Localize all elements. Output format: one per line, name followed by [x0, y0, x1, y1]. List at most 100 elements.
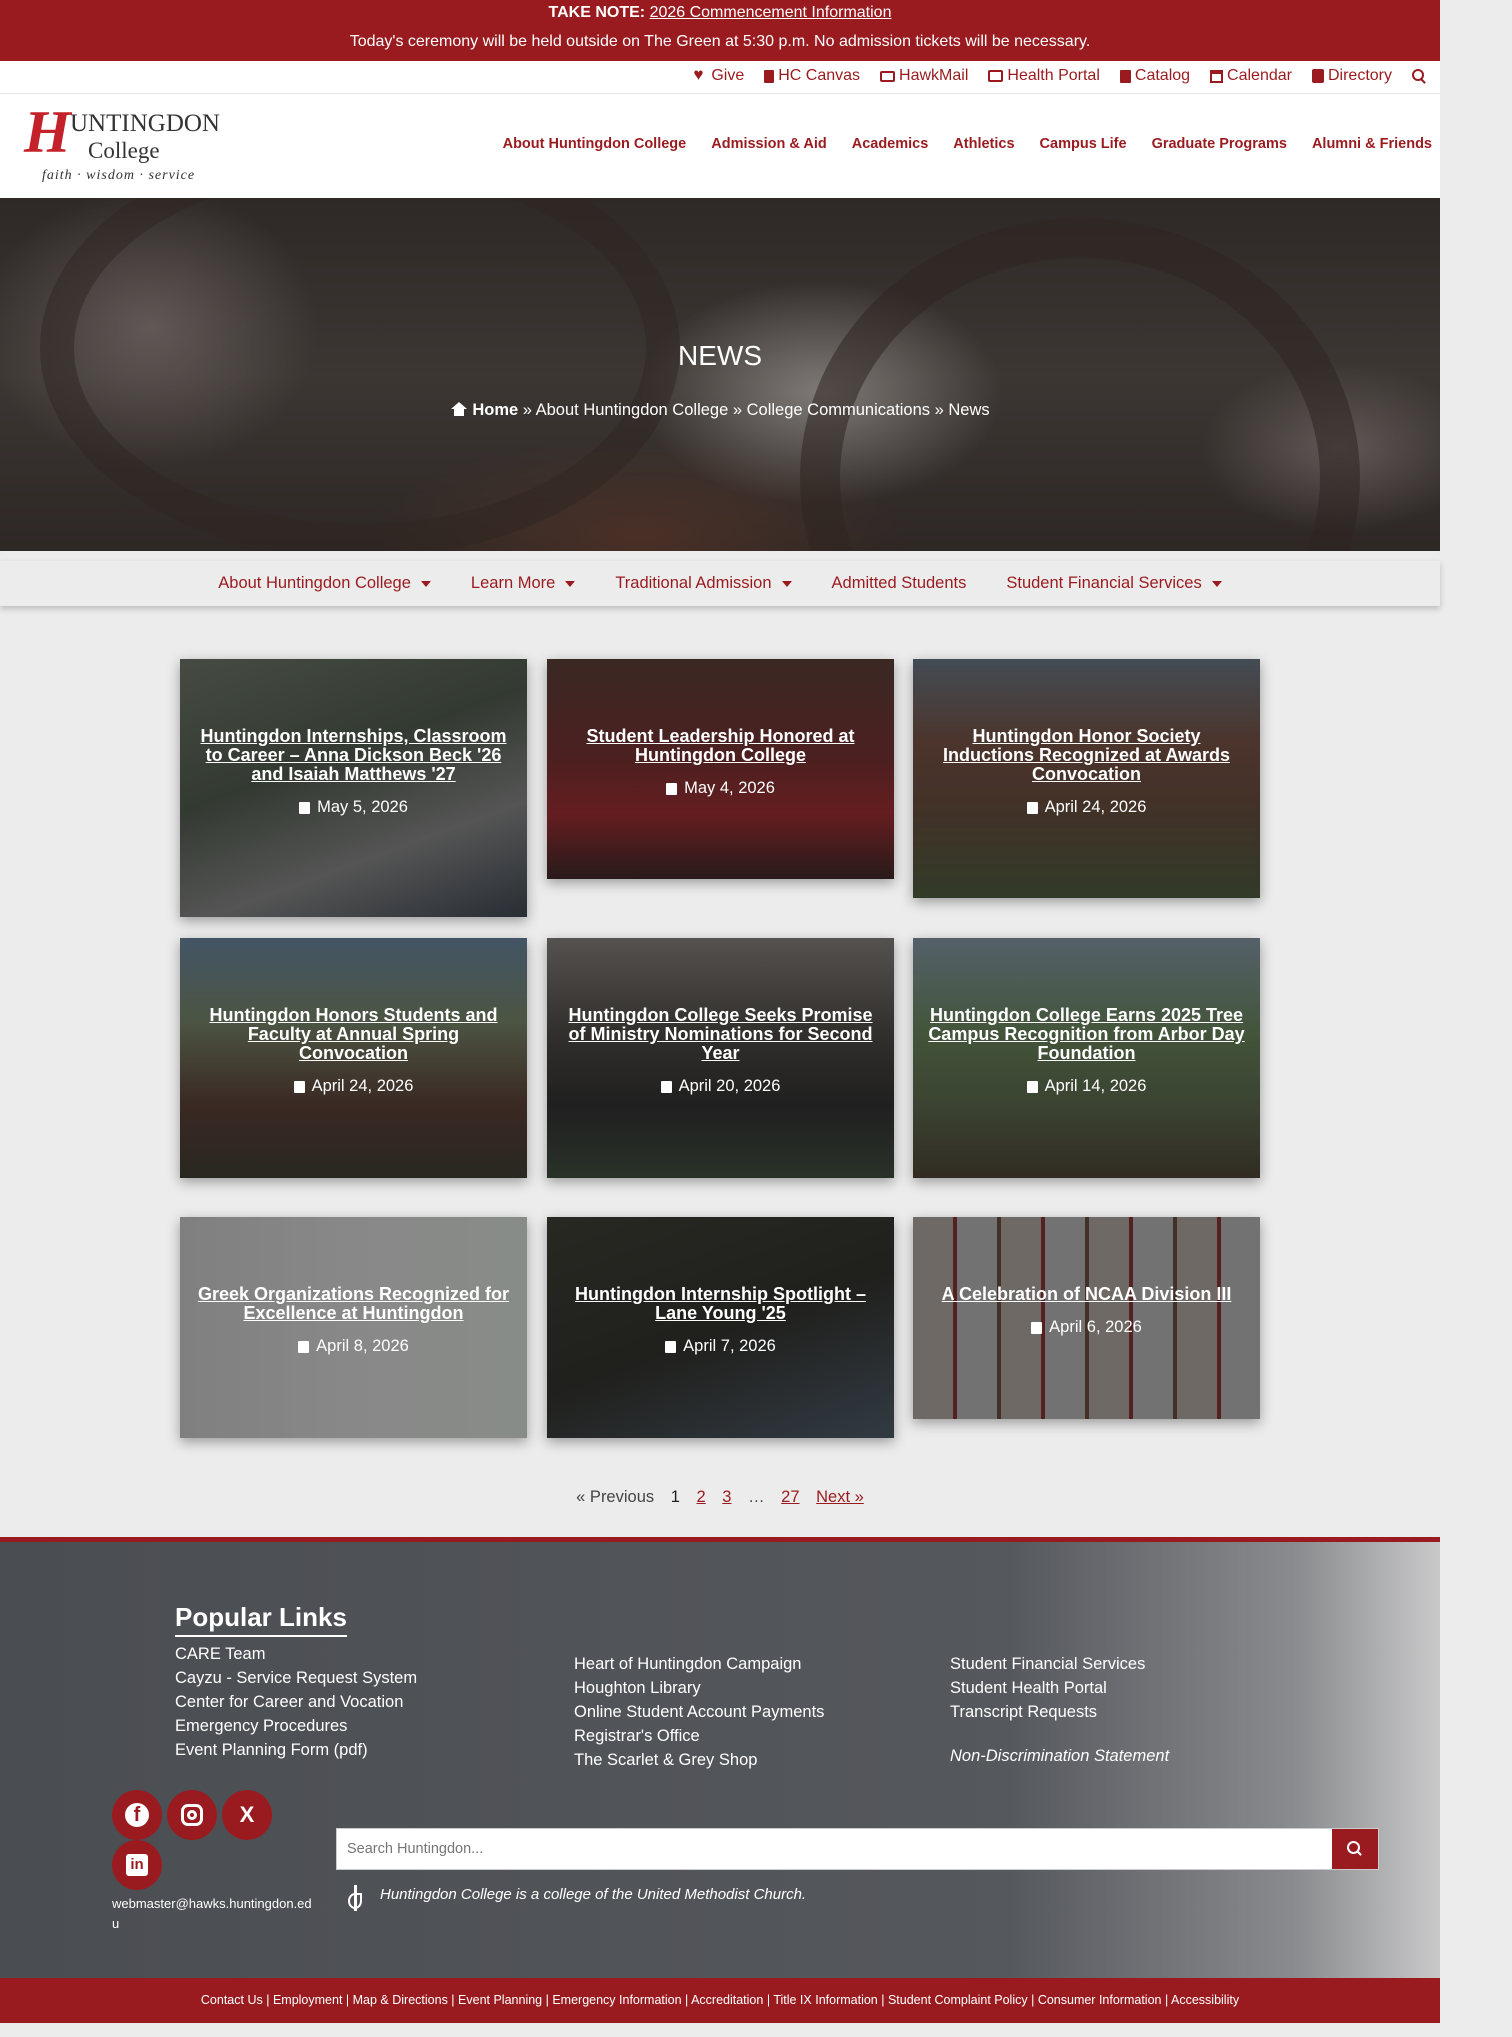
main-nav: About Huntingdon College Admission & Aid… — [503, 136, 1432, 152]
news-card[interactable]: A Celebration of NCAA Division III April … — [913, 1217, 1260, 1419]
calendar-icon — [1210, 69, 1224, 83]
news-title[interactable]: A Celebration of NCAA Division III — [927, 1285, 1246, 1304]
health-portal-link[interactable]: Health Portal — [988, 67, 1100, 85]
bottom-link-consumer[interactable]: Consumer Information — [1038, 1993, 1162, 2007]
news-title[interactable]: Student Leadership Honored at Huntingdon… — [561, 727, 880, 765]
nav-alumni[interactable]: Alumni & Friends — [1312, 136, 1432, 152]
news-title[interactable]: Huntingdon Internships, Classroom to Car… — [194, 727, 513, 784]
news-title[interactable]: Huntingdon College Earns 2025 Tree Campu… — [927, 1006, 1246, 1063]
canvas-link[interactable]: HC Canvas — [764, 67, 860, 85]
subnav-about[interactable]: About Huntingdon College — [218, 574, 431, 593]
footer-link[interactable]: Transcript Requests — [950, 1700, 1169, 1724]
non-discrimination-link[interactable]: Non-Discrimination Statement — [950, 1744, 1169, 1768]
breadcrumb-home[interactable]: Home — [472, 401, 518, 419]
footer-link[interactable]: Cayzu - Service Request System — [175, 1666, 417, 1690]
catalog-link[interactable]: Catalog — [1119, 67, 1190, 85]
news-card[interactable]: Huntingdon College Earns 2025 Tree Campu… — [913, 938, 1260, 1178]
subnav-traditional-admission-label: Traditional Admission — [615, 574, 772, 592]
footer-link[interactable]: Student Health Portal — [950, 1676, 1169, 1700]
footer-link[interactable]: Houghton Library — [574, 1676, 824, 1700]
give-link[interactable]: Give — [693, 66, 745, 85]
pagination-page-last[interactable]: 27 — [781, 1488, 799, 1506]
directory-link[interactable]: Directory — [1311, 67, 1392, 85]
news-card[interactable]: Student Leadership Honored at Huntingdon… — [547, 659, 894, 879]
news-title[interactable]: Huntingdon Internship Spotlight – Lane Y… — [561, 1285, 880, 1323]
calendar-link[interactable]: Calendar — [1210, 67, 1292, 85]
nav-academics[interactable]: Academics — [852, 136, 929, 152]
directory-label: Directory — [1327, 67, 1392, 84]
news-title[interactable]: Huntingdon Honor Society Inductions Reco… — [927, 727, 1246, 784]
nav-campus-life[interactable]: Campus Life — [1040, 136, 1127, 152]
footer-link[interactable]: Student Financial Services — [950, 1652, 1169, 1676]
nav-admission[interactable]: Admission & Aid — [711, 136, 826, 152]
pagination-page-2[interactable]: 2 — [697, 1488, 706, 1506]
calendar-icon — [1026, 1080, 1038, 1093]
linkedin-icon[interactable]: in — [112, 1840, 162, 1890]
calendar-icon — [1031, 1321, 1043, 1334]
footer-link[interactable]: Online Student Account Payments — [574, 1700, 824, 1724]
pagination-next[interactable]: Next » — [816, 1488, 864, 1506]
commencement-link[interactable]: 2026 Commencement Information — [650, 4, 892, 21]
breadcrumb: Home » About Huntingdon College » Colleg… — [0, 401, 1440, 420]
bottom-link-complaint[interactable]: Student Complaint Policy — [888, 1993, 1028, 2007]
subnav-learn-more[interactable]: Learn More — [471, 574, 576, 593]
nav-about[interactable]: About Huntingdon College — [503, 136, 687, 152]
bottom-link-title-ix[interactable]: Title IX Information — [773, 1993, 877, 2007]
home-icon — [450, 402, 468, 416]
footer-links-col3: Student Financial Services Student Healt… — [950, 1652, 1169, 1768]
bottom-link-emergency[interactable]: Emergency Information — [552, 1993, 681, 2007]
search-input[interactable] — [337, 1829, 1327, 1869]
bottom-link-accessibility[interactable]: Accessibility — [1171, 1993, 1239, 2007]
bottom-link-contact[interactable]: Contact Us — [201, 1993, 263, 2007]
bottom-link-event-planning[interactable]: Event Planning — [458, 1993, 542, 2007]
calendar-icon — [299, 801, 311, 814]
search-submit-button[interactable] — [1332, 1829, 1378, 1869]
pagination-page-3[interactable]: 3 — [722, 1488, 731, 1506]
bottom-link-employment[interactable]: Employment — [273, 1993, 342, 2007]
footer-link[interactable]: Registrar's Office — [574, 1724, 824, 1748]
webmaster-email[interactable]: webmaster@hawks.huntingdon.edu — [112, 1894, 317, 1934]
announcement-line: TAKE NOTE: 2026 Commencement Information — [0, 4, 1440, 22]
breadcrumb-trail[interactable]: » About Huntingdon College » College Com… — [518, 401, 990, 419]
subnav-traditional-admission[interactable]: Traditional Admission — [615, 574, 792, 593]
bottom-link-accreditation[interactable]: Accreditation — [691, 1993, 763, 2007]
site-search-button[interactable] — [1412, 69, 1426, 83]
subnav-about-label: About Huntingdon College — [218, 574, 411, 592]
bottom-link-map[interactable]: Map & Directions — [353, 1993, 448, 2007]
subnav-admitted-students[interactable]: Admitted Students — [832, 574, 967, 593]
hero-shade — [0, 198, 1440, 551]
subnav-financial-services[interactable]: Student Financial Services — [1006, 574, 1222, 593]
logo-line2: College — [88, 138, 160, 163]
calendar-icon — [665, 1340, 677, 1353]
footer-link[interactable]: CARE Team — [175, 1642, 417, 1666]
announcement-message: Today's ceremony will be held outside on… — [349, 33, 1091, 50]
footer-link[interactable]: Center for Career and Vocation — [175, 1690, 417, 1714]
footer-link[interactable]: Heart of Huntingdon Campaign — [574, 1652, 824, 1676]
nav-athletics[interactable]: Athletics — [953, 136, 1014, 152]
hawkmail-link[interactable]: HawkMail — [880, 67, 968, 85]
news-title[interactable]: Huntingdon Honors Students and Faculty a… — [194, 1006, 513, 1063]
college-logo[interactable]: H UNTINGDON College faith · wisdom · ser… — [20, 102, 230, 186]
footer-link[interactable]: Emergency Procedures — [175, 1714, 417, 1738]
news-title[interactable]: Greek Organizations Recognized for Excel… — [194, 1285, 513, 1323]
news-card[interactable]: Greek Organizations Recognized for Excel… — [180, 1217, 527, 1438]
facebook-glyph: f — [133, 1804, 141, 1826]
news-card[interactable]: Huntingdon Internship Spotlight – Lane Y… — [547, 1217, 894, 1438]
caret-down-icon — [781, 580, 792, 587]
logo-initial: H — [24, 99, 71, 165]
news-card[interactable]: Huntingdon Internships, Classroom to Car… — [180, 659, 527, 917]
site-header: H UNTINGDON College faith · wisdom · ser… — [0, 94, 1440, 198]
facebook-icon[interactable]: f — [112, 1790, 162, 1840]
nav-graduate[interactable]: Graduate Programs — [1152, 136, 1287, 152]
news-card[interactable]: Huntingdon College Seeks Promise of Mini… — [547, 938, 894, 1178]
news-card[interactable]: Huntingdon Honors Students and Faculty a… — [180, 938, 527, 1178]
instagram-icon[interactable] — [167, 1790, 217, 1840]
x-twitter-icon[interactable]: X — [222, 1790, 272, 1840]
footer-link[interactable]: The Scarlet & Grey Shop — [574, 1748, 824, 1772]
footer-link[interactable]: Event Planning Form (pdf) — [175, 1738, 417, 1762]
news-date: April 24, 2026 — [1044, 798, 1147, 816]
news-title[interactable]: Huntingdon College Seeks Promise of Mini… — [561, 1006, 880, 1063]
give-label: Give — [711, 67, 745, 84]
calendar-icon — [293, 1080, 305, 1093]
news-card[interactable]: Huntingdon Honor Society Inductions Reco… — [913, 659, 1260, 898]
